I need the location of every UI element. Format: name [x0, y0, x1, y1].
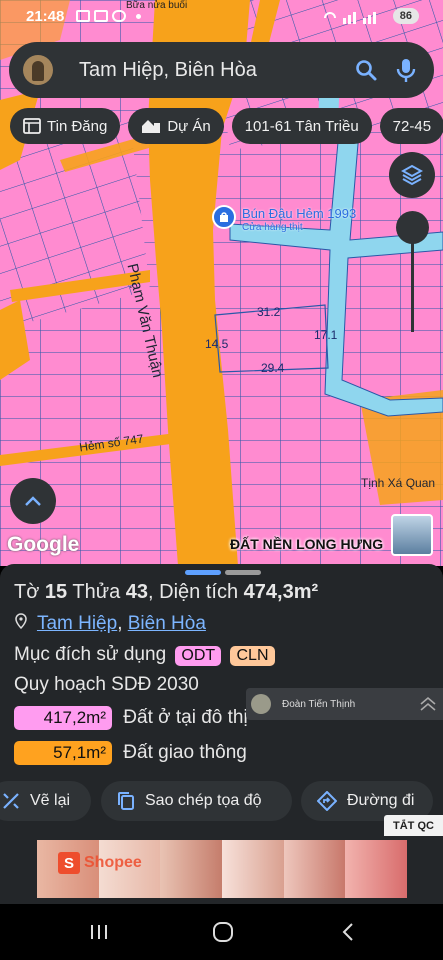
- sheet-number: 15: [44, 581, 68, 603]
- layers-button[interactable]: [389, 152, 435, 198]
- notification-name: Đoàn Tiến Thịnh: [282, 698, 356, 710]
- poi-subtitle: Cửa hàng thịt: [242, 222, 303, 233]
- shop-pin-icon[interactable]: [212, 205, 236, 229]
- opacity-slider-knob[interactable]: [396, 211, 429, 244]
- back-button[interactable]: [333, 920, 363, 944]
- land-use-label: Mục đích sử dụng: [14, 644, 167, 665]
- lot-prefix: Thửa: [72, 581, 121, 603]
- listing-ad-label[interactable]: ĐẤT NỀN LONG HƯNG: [230, 536, 383, 552]
- expand-up-button[interactable]: [10, 478, 56, 524]
- sheet-prefix: Tờ: [14, 581, 40, 603]
- recent-apps-button[interactable]: [84, 920, 114, 944]
- chip-du-an[interactable]: Dự Án: [128, 108, 224, 144]
- copy-coordinates-label: Sao chép tọa độ: [145, 792, 262, 809]
- dimension-label: 31.2: [257, 305, 281, 319]
- plan-item-label: Đất giao thông: [123, 742, 247, 763]
- parcel-area: 474,3m²: [243, 581, 319, 603]
- area-prefix: Diện tích: [159, 581, 239, 603]
- chevron-up-icon: [25, 496, 41, 506]
- land-use-tag-odt: ODT: [175, 646, 222, 666]
- floating-user-notification[interactable]: Đoàn Tiến Thịnh: [246, 688, 443, 720]
- lot-number: 43: [125, 581, 149, 603]
- location-separator: ,: [117, 613, 123, 634]
- shopee-bag-icon: S: [58, 852, 80, 874]
- land-use-row: Mục đích sử dụng ODT CLN: [14, 644, 275, 666]
- battery-badge: 86: [392, 8, 419, 24]
- filter-chips: Tin Đăng Dự Án 101-61 Tân Triều 72-45: [10, 108, 443, 144]
- poi-name[interactable]: Bún Đậu Hẻm 1993: [242, 206, 356, 221]
- gallery-icon: [94, 10, 108, 22]
- more-dot-icon: [136, 14, 141, 19]
- search-bar[interactable]: Tam Hiệp, Biên Hòa: [9, 42, 434, 98]
- close-ad-button[interactable]: TẮT QC: [384, 815, 443, 836]
- recent-apps-icon: [91, 925, 107, 939]
- chip-tin-dang[interactable]: Tin Đăng: [10, 108, 121, 144]
- layers-icon: [401, 164, 423, 186]
- plan-item-label: Đất ở tại đô thị: [123, 707, 248, 728]
- google-attribution: Google: [7, 533, 80, 556]
- ward-link[interactable]: Tam Hiệp: [37, 613, 117, 634]
- search-icon[interactable]: [346, 50, 386, 90]
- chip-label: 101-61 Tân Triều: [244, 117, 359, 135]
- chip-recent-2[interactable]: 72-45: [379, 108, 443, 144]
- avatar[interactable]: [23, 55, 53, 85]
- microphone-icon[interactable]: [386, 50, 426, 90]
- plan-item-area: 417,2m²: [14, 706, 112, 730]
- notification-icon: [76, 10, 90, 22]
- home-icon: [213, 922, 233, 942]
- collapse-icon[interactable]: [419, 696, 437, 712]
- city-link[interactable]: Biên Hòa: [128, 613, 206, 634]
- listing-thumbnail[interactable]: [391, 514, 433, 556]
- directions-icon: [317, 791, 337, 811]
- brand-name: Shopee: [84, 854, 142, 871]
- chip-label: Tin Đăng: [47, 117, 108, 135]
- news-icon: [23, 118, 41, 134]
- system-nav-bar: [0, 904, 443, 960]
- redraw-button[interactable]: Vẽ lại: [0, 781, 91, 821]
- shopee-logo: S Shopee: [58, 852, 142, 874]
- map-view[interactable]: 21:48 86 Tam Hiệp, Biên Hòa Tin Đăng Dự …: [0, 0, 443, 566]
- planning-label: Quy hoạch SDĐ 2030: [14, 674, 199, 695]
- place-label: Tịnh Xá Quan: [361, 476, 436, 490]
- plan-item-area: 57,1m²: [14, 741, 112, 765]
- avatar: [251, 694, 271, 714]
- status-bar: 21:48 86: [0, 0, 443, 34]
- signal-icon: [324, 12, 376, 24]
- chip-label: Dự Án: [167, 117, 211, 135]
- copy-coordinates-button[interactable]: Sao chép tọa độ: [101, 781, 292, 821]
- sheet-drag-handle[interactable]: [185, 570, 261, 575]
- dimension-label: 17.1: [314, 328, 338, 342]
- redraw-icon: [3, 793, 19, 809]
- parcel-location: Tam Hiệp, Biên Hòa: [14, 613, 206, 635]
- land-use-tag-cln: CLN: [230, 646, 275, 666]
- directions-label: Đường đi: [347, 792, 415, 809]
- location-pin-icon: [15, 613, 27, 630]
- car-icon: [112, 10, 126, 22]
- back-icon: [342, 923, 353, 941]
- search-input[interactable]: Tam Hiệp, Biên Hòa: [79, 59, 346, 82]
- redraw-label: Vẽ lại: [30, 792, 71, 809]
- home-button[interactable]: [208, 920, 238, 944]
- chip-label: 72-45: [392, 117, 432, 135]
- plan-item: 417,2m² Đất ở tại đô thị: [14, 706, 248, 730]
- parcel-title: Tờ 15 Thửa 43, Diện tích 474,3m²: [14, 581, 319, 603]
- clock: 21:48: [26, 8, 65, 25]
- plan-item: 57,1m² Đất giao thông: [14, 741, 247, 765]
- project-building-icon: [142, 120, 161, 133]
- chip-recent-1[interactable]: 101-61 Tân Triều: [231, 108, 372, 144]
- dimension-label: 29.4: [261, 361, 285, 375]
- action-bar: Vẽ lại Sao chép tọa độ Đường đi: [0, 781, 443, 821]
- dimension-label: 14.5: [205, 337, 229, 351]
- copy-icon: [118, 792, 134, 810]
